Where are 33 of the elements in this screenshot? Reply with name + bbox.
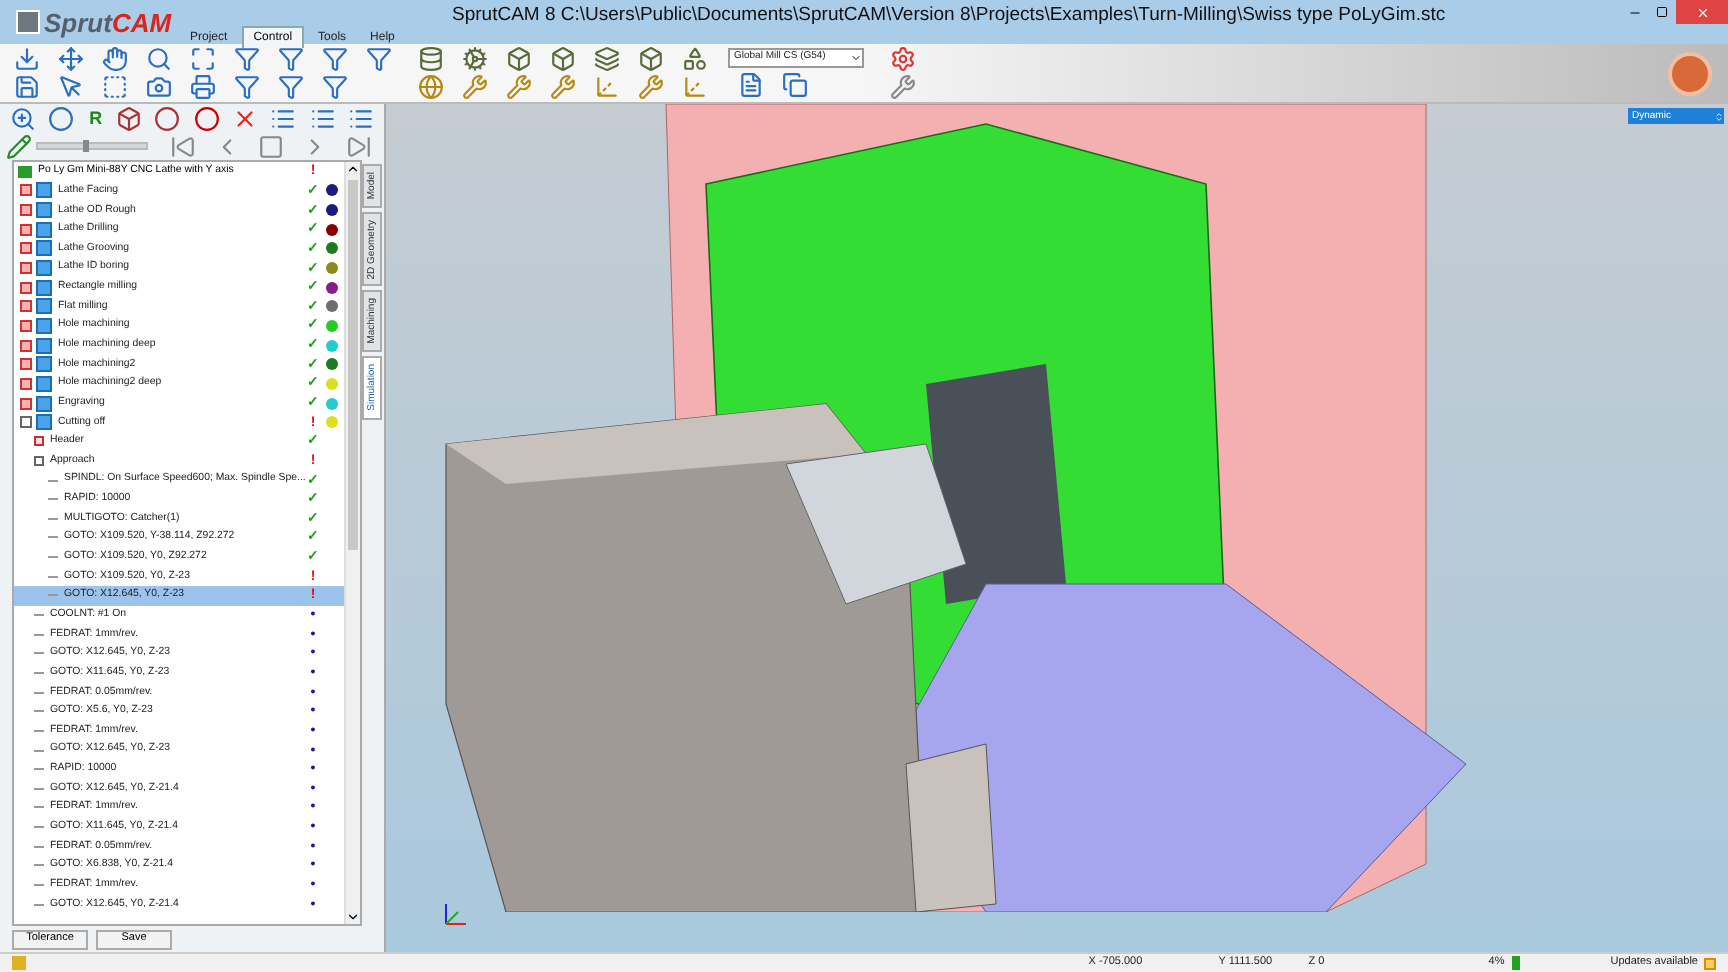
scroll-down-icon[interactable] (346, 910, 360, 924)
slider-thumb[interactable] (83, 140, 90, 152)
expander-icon[interactable] (20, 358, 32, 371)
expander-icon[interactable] (20, 262, 32, 275)
expander-icon[interactable] (20, 204, 32, 217)
expander-icon[interactable] (20, 416, 32, 429)
expander-icon[interactable] (20, 300, 32, 313)
expander-icon[interactable] (20, 242, 32, 255)
expander-icon[interactable] (20, 377, 32, 390)
close-icon (1695, 5, 1709, 19)
expander-icon[interactable] (20, 319, 32, 332)
expander-icon[interactable] (20, 339, 32, 352)
r-label[interactable]: R (81, 109, 111, 127)
progress-indicator-icon (1512, 956, 1521, 970)
expander-icon[interactable] (20, 397, 32, 409)
brand-emblem-icon (1668, 51, 1712, 95)
logo-text: SprutCAM (44, 9, 172, 35)
pencil-icon[interactable] (4, 132, 33, 160)
dropdown-arrow-icon (1714, 111, 1724, 121)
expander-icon[interactable] (34, 436, 44, 447)
axis-triad-icon (442, 900, 470, 928)
logo-badge-icon (16, 10, 40, 34)
scrollbar[interactable] (344, 162, 360, 924)
simulation-slider[interactable] (36, 142, 148, 150)
expander-icon[interactable] (20, 281, 32, 294)
expander-icon[interactable] (34, 455, 44, 466)
scroll-thumb[interactable] (348, 180, 358, 550)
restore-icon (1656, 6, 1668, 18)
expander-icon[interactable] (20, 223, 32, 236)
window-title: SprutCAM 8 C:\Users\Public\Documents\SprutCAM\Version 8\Projects\Examples\Turn-Milling\Swiss type PoLyGim.stc (452, 6, 1446, 25)
expander-icon[interactable] (20, 184, 32, 197)
scroll-up-icon[interactable] (346, 162, 360, 176)
notification-icon (1704, 957, 1716, 969)
